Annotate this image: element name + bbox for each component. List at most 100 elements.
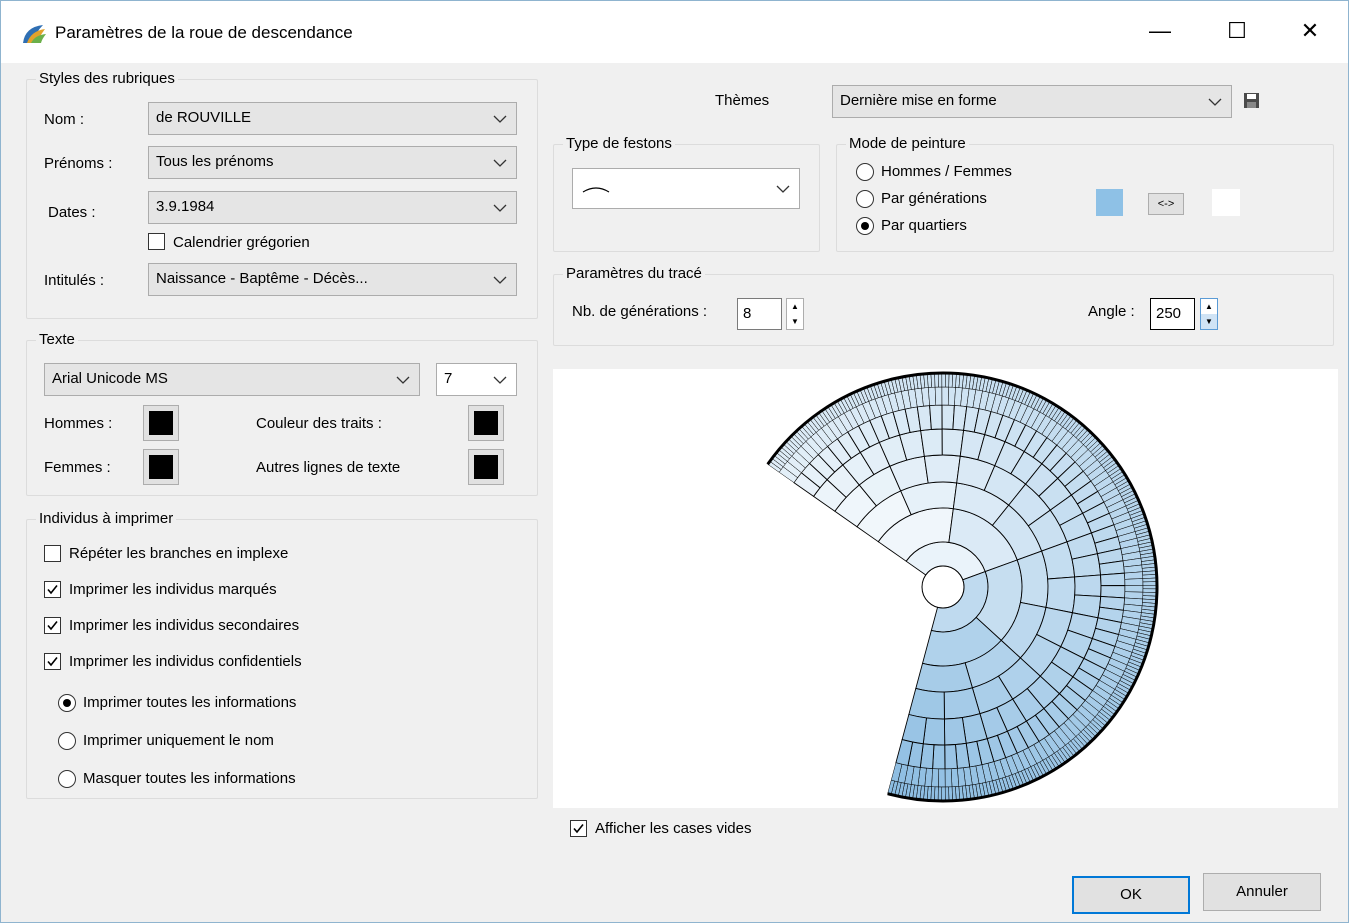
individus-checkbox[interactable] bbox=[44, 545, 61, 562]
font-value: Arial Unicode MS bbox=[52, 370, 168, 387]
angle-value: 250 bbox=[1156, 305, 1182, 322]
wheel-sector bbox=[941, 786, 946, 802]
nom-combo[interactable]: de ROUVILLE bbox=[148, 102, 517, 135]
wheel-sector bbox=[932, 744, 946, 770]
dialog-window: Paramètres de la roue de descendance — ☐… bbox=[0, 0, 1349, 923]
themes-combo[interactable]: Dernière mise en forme bbox=[832, 85, 1232, 118]
wheel-preview bbox=[553, 369, 1338, 808]
individus-radio-label: Imprimer uniquement le nom bbox=[83, 732, 274, 749]
dates-combo[interactable]: 3.9.1984 bbox=[148, 191, 517, 224]
wheel-sector bbox=[938, 768, 946, 788]
wheel-sector bbox=[1142, 581, 1158, 586]
wheel-sector bbox=[929, 404, 943, 430]
prenoms-value: Tous les prénoms bbox=[156, 153, 274, 170]
generations-label: Nb. de générations : bbox=[572, 303, 708, 320]
close-button[interactable]: ✕ bbox=[1287, 11, 1333, 51]
feston-arc-icon bbox=[582, 187, 610, 193]
femmes-label: Femmes : bbox=[44, 459, 111, 476]
wheel-center bbox=[921, 565, 965, 609]
spin-up-icon[interactable]: ▲ bbox=[1201, 299, 1217, 314]
calendrier-checkbox[interactable] bbox=[148, 233, 165, 250]
chevron-down-icon bbox=[776, 185, 790, 193]
individus-checkbox-label: Répéter les branches en implexe bbox=[69, 545, 289, 562]
wheel-sector bbox=[950, 768, 960, 788]
title-bar: Paramètres de la roue de descendance — ☐… bbox=[1, 1, 1348, 63]
themes-value: Dernière mise en forme bbox=[840, 92, 997, 109]
themes-label: Thèmes bbox=[715, 92, 770, 109]
start-color-swatch[interactable] bbox=[1096, 189, 1123, 216]
generations-input[interactable]: 8 bbox=[737, 298, 782, 330]
wheel-sector bbox=[1124, 571, 1144, 580]
angle-spinner[interactable]: ▲ ▼ bbox=[1200, 298, 1218, 330]
hommes-label: Hommes : bbox=[44, 415, 113, 432]
wheel-sector bbox=[923, 454, 961, 484]
autres-color-swatch bbox=[474, 455, 498, 479]
descendance-wheel bbox=[766, 371, 1159, 803]
intitules-combo[interactable]: Naissance - Baptême - Décès... bbox=[148, 263, 517, 296]
individus-radio-label: Imprimer toutes les informations bbox=[83, 694, 297, 711]
individus-radio[interactable] bbox=[58, 732, 76, 750]
font-size-combo[interactable]: 7 bbox=[436, 363, 517, 396]
individus-checkbox-label: Imprimer les individus confidentiels bbox=[69, 653, 302, 670]
hommes-color-button[interactable] bbox=[143, 405, 179, 441]
close-icon: ✕ bbox=[1300, 18, 1320, 43]
minimize-button[interactable]: — bbox=[1137, 11, 1183, 51]
font-combo[interactable]: Arial Unicode MS bbox=[44, 363, 420, 396]
chevron-down-icon bbox=[1208, 98, 1222, 106]
peinture-radio[interactable] bbox=[856, 163, 874, 181]
wheel-sector bbox=[920, 428, 943, 457]
individus-checkbox[interactable] bbox=[44, 653, 61, 670]
swap-colors-button[interactable]: <-> bbox=[1148, 193, 1184, 215]
autres-color-button[interactable] bbox=[468, 449, 504, 485]
wheel-sector bbox=[915, 662, 973, 693]
afficher-checkbox[interactable] bbox=[570, 820, 587, 837]
ok-button[interactable]: OK bbox=[1072, 876, 1190, 914]
wheel-sector bbox=[943, 717, 967, 746]
maximize-icon: ☐ bbox=[1227, 18, 1247, 43]
wheel-sector bbox=[934, 386, 943, 406]
generations-spinner[interactable]: ▲ ▼ bbox=[786, 298, 804, 330]
generations-value: 8 bbox=[743, 305, 752, 322]
chevron-down-icon bbox=[493, 204, 507, 212]
peinture-radio[interactable] bbox=[856, 217, 874, 235]
end-color-swatch[interactable] bbox=[1212, 189, 1240, 216]
save-icon[interactable] bbox=[1243, 92, 1260, 109]
cancel-button[interactable]: Annuler bbox=[1203, 873, 1321, 911]
wheel-sector bbox=[1016, 550, 1049, 609]
chevron-down-icon bbox=[493, 276, 507, 284]
minimize-icon: — bbox=[1149, 18, 1171, 43]
dates-label: Dates : bbox=[48, 204, 96, 221]
maximize-button[interactable]: ☐ bbox=[1214, 11, 1260, 51]
autres-label: Autres lignes de texte bbox=[256, 459, 401, 476]
peinture-radio-label: Hommes / Femmes bbox=[881, 163, 1012, 180]
individus-radio[interactable] bbox=[58, 694, 76, 712]
individus-checkbox[interactable] bbox=[44, 617, 61, 634]
chevron-down-icon bbox=[493, 115, 507, 123]
wheel-sector bbox=[1045, 576, 1076, 614]
hommes-color-swatch bbox=[149, 411, 173, 435]
calendrier-label: Calendrier grégorien bbox=[173, 234, 310, 251]
wheel-sector bbox=[944, 744, 958, 770]
spin-down-icon[interactable]: ▼ bbox=[1201, 314, 1217, 329]
individus-checkbox-label: Imprimer les individus secondaires bbox=[69, 617, 300, 634]
individus-radio[interactable] bbox=[58, 770, 76, 788]
spin-down-icon[interactable]: ▼ bbox=[787, 314, 803, 329]
spin-up-icon[interactable]: ▲ bbox=[787, 299, 803, 314]
festons-combo[interactable] bbox=[572, 168, 800, 209]
peinture-radio[interactable] bbox=[856, 190, 874, 208]
wheel-sector bbox=[944, 786, 950, 802]
individus-checkbox[interactable] bbox=[44, 581, 61, 598]
femmes-color-button[interactable] bbox=[143, 449, 179, 485]
traits-label: Couleur des traits : bbox=[256, 415, 382, 432]
traits-color-button[interactable] bbox=[468, 405, 504, 441]
wheel-sector bbox=[941, 372, 946, 388]
festons-legend: Type de festons bbox=[563, 135, 675, 152]
peinture-radio-label: Par générations bbox=[881, 190, 987, 207]
intitules-value: Naissance - Baptême - Décès... bbox=[156, 270, 368, 287]
prenoms-combo[interactable]: Tous les prénoms bbox=[148, 146, 517, 179]
window-title: Paramètres de la roue de descendance bbox=[55, 23, 353, 42]
font-size-value: 7 bbox=[444, 370, 453, 387]
angle-input[interactable]: 250 bbox=[1150, 298, 1195, 330]
peinture-radio-label: Par quartiers bbox=[881, 217, 967, 234]
wheel-sector bbox=[941, 386, 949, 406]
